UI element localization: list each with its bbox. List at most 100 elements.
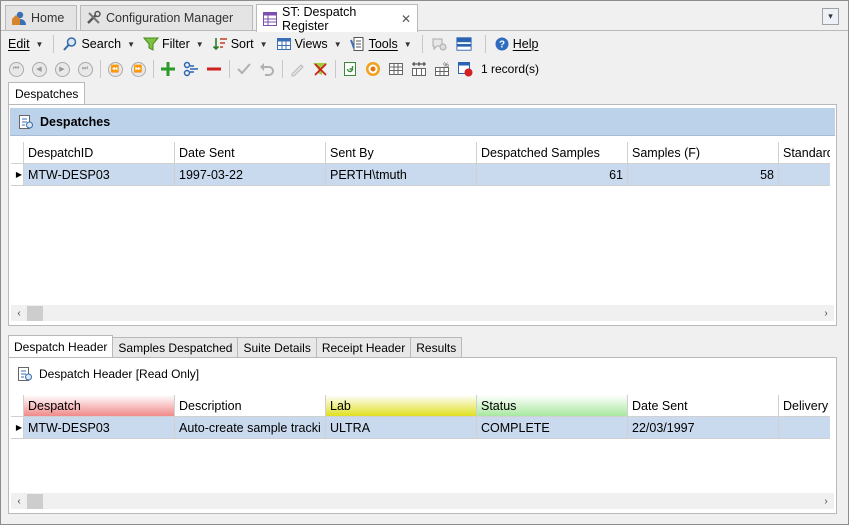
- scroll-right-icon[interactable]: ›: [818, 305, 834, 321]
- grid-header-row: Despatch Description Lab Status Date Sen…: [11, 395, 830, 417]
- chevron-down-icon: ▼: [195, 39, 204, 49]
- close-icon[interactable]: ✕: [401, 12, 411, 26]
- svg-text:?: ?: [499, 40, 505, 51]
- column-header[interactable]: DespatchID: [24, 142, 175, 164]
- sort-icon: [212, 36, 228, 52]
- next-page-button[interactable]: ⏩: [129, 60, 147, 78]
- despatches-grid: DespatchID Date Sent Sent By Despatched …: [11, 142, 834, 306]
- previous-page-button[interactable]: ⏪: [106, 60, 124, 78]
- refresh-button[interactable]: [341, 60, 359, 78]
- search-menu[interactable]: Search ▼: [62, 33, 135, 55]
- cell-samples-f[interactable]: 58: [628, 164, 779, 186]
- cell-despatch[interactable]: MTW-DESP03: [24, 417, 175, 439]
- first-record-icon: ⏮: [8, 61, 24, 77]
- scroll-right-icon[interactable]: ›: [818, 493, 834, 509]
- column-header[interactable]: Status: [477, 395, 628, 417]
- chat-icon: [431, 36, 447, 52]
- percent-grid-button[interactable]: %: [433, 60, 451, 78]
- cell-status[interactable]: COMPLETE: [477, 417, 628, 439]
- tools-menu[interactable]: Tools ▼: [349, 33, 412, 55]
- home-user-icon: [11, 10, 27, 26]
- toolbar: ⏮ ◀ ▶ ⏭ ⏪ ⏩ % 1 record(s): [2, 57, 848, 81]
- tab-despatch-header[interactable]: Despatch Header: [8, 335, 114, 357]
- current-row-icon: ▶: [11, 164, 24, 186]
- column-header[interactable]: Lab: [326, 395, 477, 417]
- next-record-icon: ▶: [54, 61, 70, 77]
- tab-suite-details[interactable]: Suite Details: [237, 337, 317, 357]
- first-record-button[interactable]: ⏮: [7, 60, 25, 78]
- edit-menu[interactable]: Edit ▼: [8, 33, 43, 55]
- grid-view-button[interactable]: [387, 60, 405, 78]
- table-row[interactable]: ▶ MTW-DESP03 1997-03-22 PERTH\tmuth 61 5…: [11, 164, 830, 186]
- cell-description[interactable]: Auto-create sample tracki: [175, 417, 326, 439]
- record-list-icon: [17, 366, 33, 382]
- column-header[interactable]: Despatch: [24, 395, 175, 417]
- filter-menu[interactable]: Filter ▼: [143, 33, 204, 55]
- tab-despatches[interactable]: Despatches: [8, 82, 86, 104]
- column-header[interactable]: Standard: [779, 142, 830, 164]
- previous-record-button[interactable]: ◀: [30, 60, 48, 78]
- tab-results[interactable]: Results: [410, 337, 463, 357]
- scroll-thumb[interactable]: [27, 305, 43, 321]
- column-header[interactable]: Delivery: [779, 395, 830, 417]
- column-header[interactable]: Date Sent: [628, 395, 779, 417]
- views-menu[interactable]: Views ▼: [276, 33, 342, 55]
- help-menu-label: Help: [512, 37, 539, 51]
- next-page-icon: ⏩: [130, 61, 146, 77]
- detail-tab-strip: Despatch Header Samples Despatched Suite…: [8, 335, 463, 357]
- sort-menu[interactable]: Sort ▼: [212, 33, 268, 55]
- row-indicator-header: [11, 395, 24, 417]
- next-record-button[interactable]: ▶: [53, 60, 71, 78]
- record-status-button[interactable]: [456, 60, 474, 78]
- chevron-down-icon: ▼: [127, 39, 135, 49]
- edit-button[interactable]: [288, 60, 306, 78]
- target-button[interactable]: [364, 60, 382, 78]
- grid-icon: [389, 63, 403, 75]
- horizontal-scrollbar[interactable]: ‹ ›: [11, 493, 834, 509]
- cell-despatch-id[interactable]: MTW-DESP03: [24, 164, 175, 186]
- column-width-button[interactable]: [410, 60, 428, 78]
- tab-overflow-button[interactable]: ▾: [822, 8, 839, 25]
- layout-button[interactable]: [456, 33, 475, 55]
- cell-date-sent[interactable]: 22/03/1997: [628, 417, 779, 439]
- scroll-left-icon[interactable]: ‹: [11, 305, 27, 321]
- table-row[interactable]: ▶ MTW-DESP03 Auto-create sample tracki U…: [11, 417, 830, 439]
- record-status-icon: [458, 62, 473, 77]
- document-tab-strip: Home Configuration Manager ST: Despatch …: [1, 1, 848, 33]
- save-button[interactable]: [235, 60, 253, 78]
- column-header[interactable]: Despatched Samples: [477, 142, 628, 164]
- tab-home[interactable]: Home: [5, 5, 77, 30]
- filter-menu-label: Filter: [162, 37, 190, 51]
- tab-label: Receipt Header: [321, 340, 406, 355]
- cell-despatched-samples[interactable]: 61: [477, 164, 628, 186]
- scroll-thumb[interactable]: [27, 493, 43, 509]
- horizontal-scrollbar[interactable]: ‹ ›: [11, 305, 834, 321]
- checkmark-icon: [237, 63, 251, 75]
- clear-filter-button[interactable]: [311, 60, 329, 78]
- divider: [282, 60, 283, 78]
- add-record-button[interactable]: [159, 60, 177, 78]
- tab-despatch-register[interactable]: ST: Despatch Register ✕: [256, 4, 418, 33]
- tab-configuration-manager[interactable]: Configuration Manager: [80, 5, 253, 30]
- column-header[interactable]: Samples (F): [628, 142, 779, 164]
- link-button[interactable]: [182, 60, 200, 78]
- cell-sent-by[interactable]: PERTH\tmuth: [326, 164, 477, 186]
- chat-button[interactable]: [431, 33, 450, 55]
- cell-standard[interactable]: [779, 164, 830, 186]
- undo-button[interactable]: [258, 60, 276, 78]
- cell-lab[interactable]: ULTRA: [326, 417, 477, 439]
- delete-record-button[interactable]: [205, 60, 223, 78]
- cell-delivery[interactable]: [779, 417, 830, 439]
- scroll-left-icon[interactable]: ‹: [11, 493, 27, 509]
- column-header[interactable]: Date Sent: [175, 142, 326, 164]
- help-menu[interactable]: ? Help: [494, 33, 539, 55]
- undo-icon: [260, 63, 274, 76]
- tab-label: Suite Details: [243, 340, 311, 355]
- tab-samples-despatched[interactable]: Samples Despatched: [112, 337, 239, 357]
- column-header[interactable]: Description: [175, 395, 326, 417]
- last-record-button[interactable]: ⏭: [76, 60, 94, 78]
- column-header[interactable]: Sent By: [326, 142, 477, 164]
- cell-date-sent[interactable]: 1997-03-22: [175, 164, 326, 186]
- pencil-icon: [291, 64, 304, 77]
- tab-receipt-header[interactable]: Receipt Header: [315, 337, 412, 357]
